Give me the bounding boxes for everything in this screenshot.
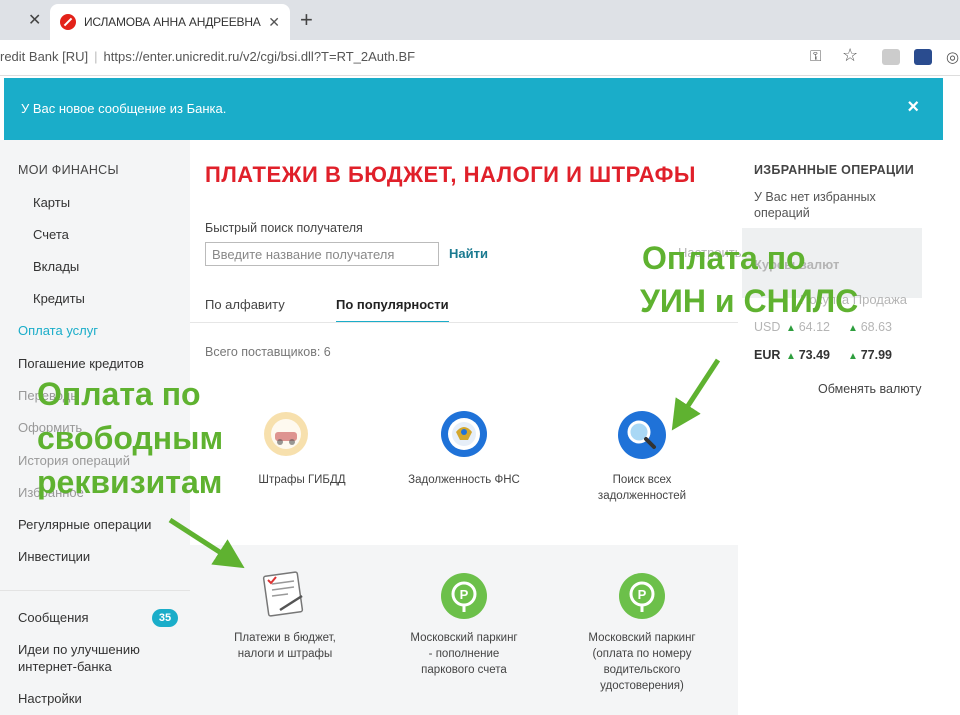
url-display[interactable]: redit Bank [RU] | https://enter.unicredit.… (0, 49, 415, 64)
key-icon[interactable]: ⚿ (810, 48, 821, 65)
search-debts-icon (618, 411, 666, 459)
sidebar-item-regular-operations[interactable]: Регулярные операции (18, 517, 151, 532)
svg-text:P: P (460, 587, 469, 602)
fns-emblem-icon (441, 411, 487, 457)
provider-label: Штрафы ГИБДД (258, 474, 346, 486)
notification-text: У Вас новое сообщение из Банка. (21, 101, 227, 116)
favorites-title: ИЗБРАННЫЕ ОПЕРАЦИИ (754, 163, 914, 177)
provider-count: Всего поставщиков: 6 (205, 345, 331, 359)
sell-rate: 68.63 (860, 320, 892, 334)
notification-close-icon[interactable]: × (907, 96, 919, 119)
sidebar-section-my-finances[interactable]: МОИ ФИНАНСЫ (18, 163, 119, 177)
parking-icon: P (441, 573, 487, 619)
right-panel (738, 140, 943, 715)
news-extension-icon[interactable] (914, 49, 932, 65)
extension-icon[interactable] (882, 49, 900, 65)
sidebar-item-ideas-line2[interactable]: интернет-банка (18, 659, 112, 674)
page-title: ПЛАТЕЖИ В БЮДЖЕТ, НАЛОГИ И ШТРАФЫ (205, 162, 696, 187)
document-form-icon (262, 571, 304, 617)
rate-row-usd: USD ▲ 64.12 ▲ 68.63 (754, 320, 910, 334)
sidebar-item-loans[interactable]: Кредиты (33, 291, 85, 306)
provider-label-line1: Поиск всех (612, 474, 672, 486)
tab-alphabetical[interactable]: По алфавиту (205, 297, 285, 312)
buy-rate: 64.12 (798, 320, 830, 334)
close-previous-tab-icon[interactable]: ✕ (28, 10, 41, 30)
find-button[interactable]: Найти (449, 246, 488, 261)
search-label: Быстрый поиск получателя (205, 221, 363, 235)
notification-bar: У Вас новое сообщение из Банка. × (4, 78, 943, 140)
provider-label-line4: удостоверения) (600, 680, 684, 692)
sidebar-item-investments[interactable]: Инвестиции (18, 549, 90, 564)
arrow-up-icon: ▲ (786, 351, 799, 362)
annotation-uin-line1: Оплата по (642, 240, 806, 276)
recipient-search-input[interactable] (205, 242, 439, 266)
url-text: https://enter.unicredit.ru/v2/cgi/bsi.dl… (103, 49, 416, 64)
annotation-free-line1: Оплата по (37, 376, 201, 412)
browser-tab-strip: ✕ ИСЛАМОВА АННА АНДРЕЕВНА ✕ + (0, 0, 960, 40)
unicredit-favicon-icon (60, 14, 76, 30)
annotation-free-line3: реквизитам (37, 464, 223, 500)
sidebar-item-loan-repayment[interactable]: Погашение кредитов (18, 356, 144, 371)
tab-title: ИСЛАМОВА АННА АНДРЕЕВНА (84, 15, 261, 29)
close-tab-icon[interactable]: ✕ (268, 14, 280, 31)
provider-label-line2: (оплата по номеру (592, 648, 692, 660)
tab-popularity[interactable]: По популярности (336, 297, 449, 323)
sidebar-item-messages[interactable]: Сообщения (18, 610, 89, 625)
sell-rate: 77.99 (860, 348, 892, 362)
favorites-empty-line1: У Вас нет избранных (754, 190, 876, 204)
arrow-up-icon: ▲ (848, 323, 861, 334)
exchange-currency-link[interactable]: Обменять валюту (818, 382, 922, 396)
gibdd-emblem-icon (264, 412, 308, 456)
url-separator: | (94, 49, 98, 64)
extension-circle-icon[interactable]: ◎ (946, 48, 959, 66)
rate-row-eur: EUR ▲ 73.49 ▲ 77.99 (754, 348, 910, 362)
arrow-up-icon: ▲ (848, 351, 861, 362)
buy-rate: 73.49 (798, 348, 830, 362)
messages-count-badge: 35 (152, 609, 178, 627)
provider-label-line2: - пополнение (428, 648, 500, 660)
sidebar-item-ideas-line1[interactable]: Идеи по улучшению (18, 642, 140, 657)
browser-tab[interactable]: ИСЛАМОВА АННА АНДРЕЕВНА ✕ (50, 4, 290, 40)
sidebar-item-deposits[interactable]: Вклады (33, 259, 79, 274)
parking-icon: P (619, 573, 665, 619)
bookmark-star-icon[interactable]: ☆ (842, 45, 858, 66)
favorites-empty-line2: операций (754, 206, 810, 220)
sidebar-item-settings[interactable]: Настройки (18, 691, 82, 706)
sidebar-item-pay-services[interactable]: Оплата услуг (18, 323, 98, 338)
tabs-divider (190, 322, 738, 323)
address-bar[interactable]: redit Bank [RU] | https://enter.unicredit.… (0, 40, 960, 76)
arrow-up-icon: ▲ (786, 323, 799, 334)
sidebar-item-cards[interactable]: Карты (33, 195, 70, 210)
currency-code: USD (754, 320, 781, 334)
site-name: redit Bank [RU] (0, 49, 89, 64)
provider-label-line1: Московский паркинг (410, 632, 518, 644)
currency-code: EUR (754, 348, 781, 362)
provider-label-line1: Московский паркинг (588, 632, 696, 644)
provider-label: Задолженность ФНС (408, 474, 520, 486)
provider-label-line3: водительского (603, 664, 681, 676)
provider-label-line2: налоги и штрафы (237, 648, 333, 660)
sidebar-item-accounts[interactable]: Счета (33, 227, 69, 242)
sidebar-divider (0, 590, 190, 591)
annotation-free-line2: свободным (37, 420, 224, 456)
svg-text:P: P (638, 587, 647, 602)
new-tab-icon[interactable]: + (300, 7, 313, 33)
provider-label-line2: задолженностей (597, 490, 687, 502)
provider-label-line3: паркового счета (421, 664, 507, 676)
annotation-uin-line2: УИН и СНИЛС (640, 283, 859, 319)
provider-label-line1: Платежи в бюджет, (234, 632, 336, 644)
